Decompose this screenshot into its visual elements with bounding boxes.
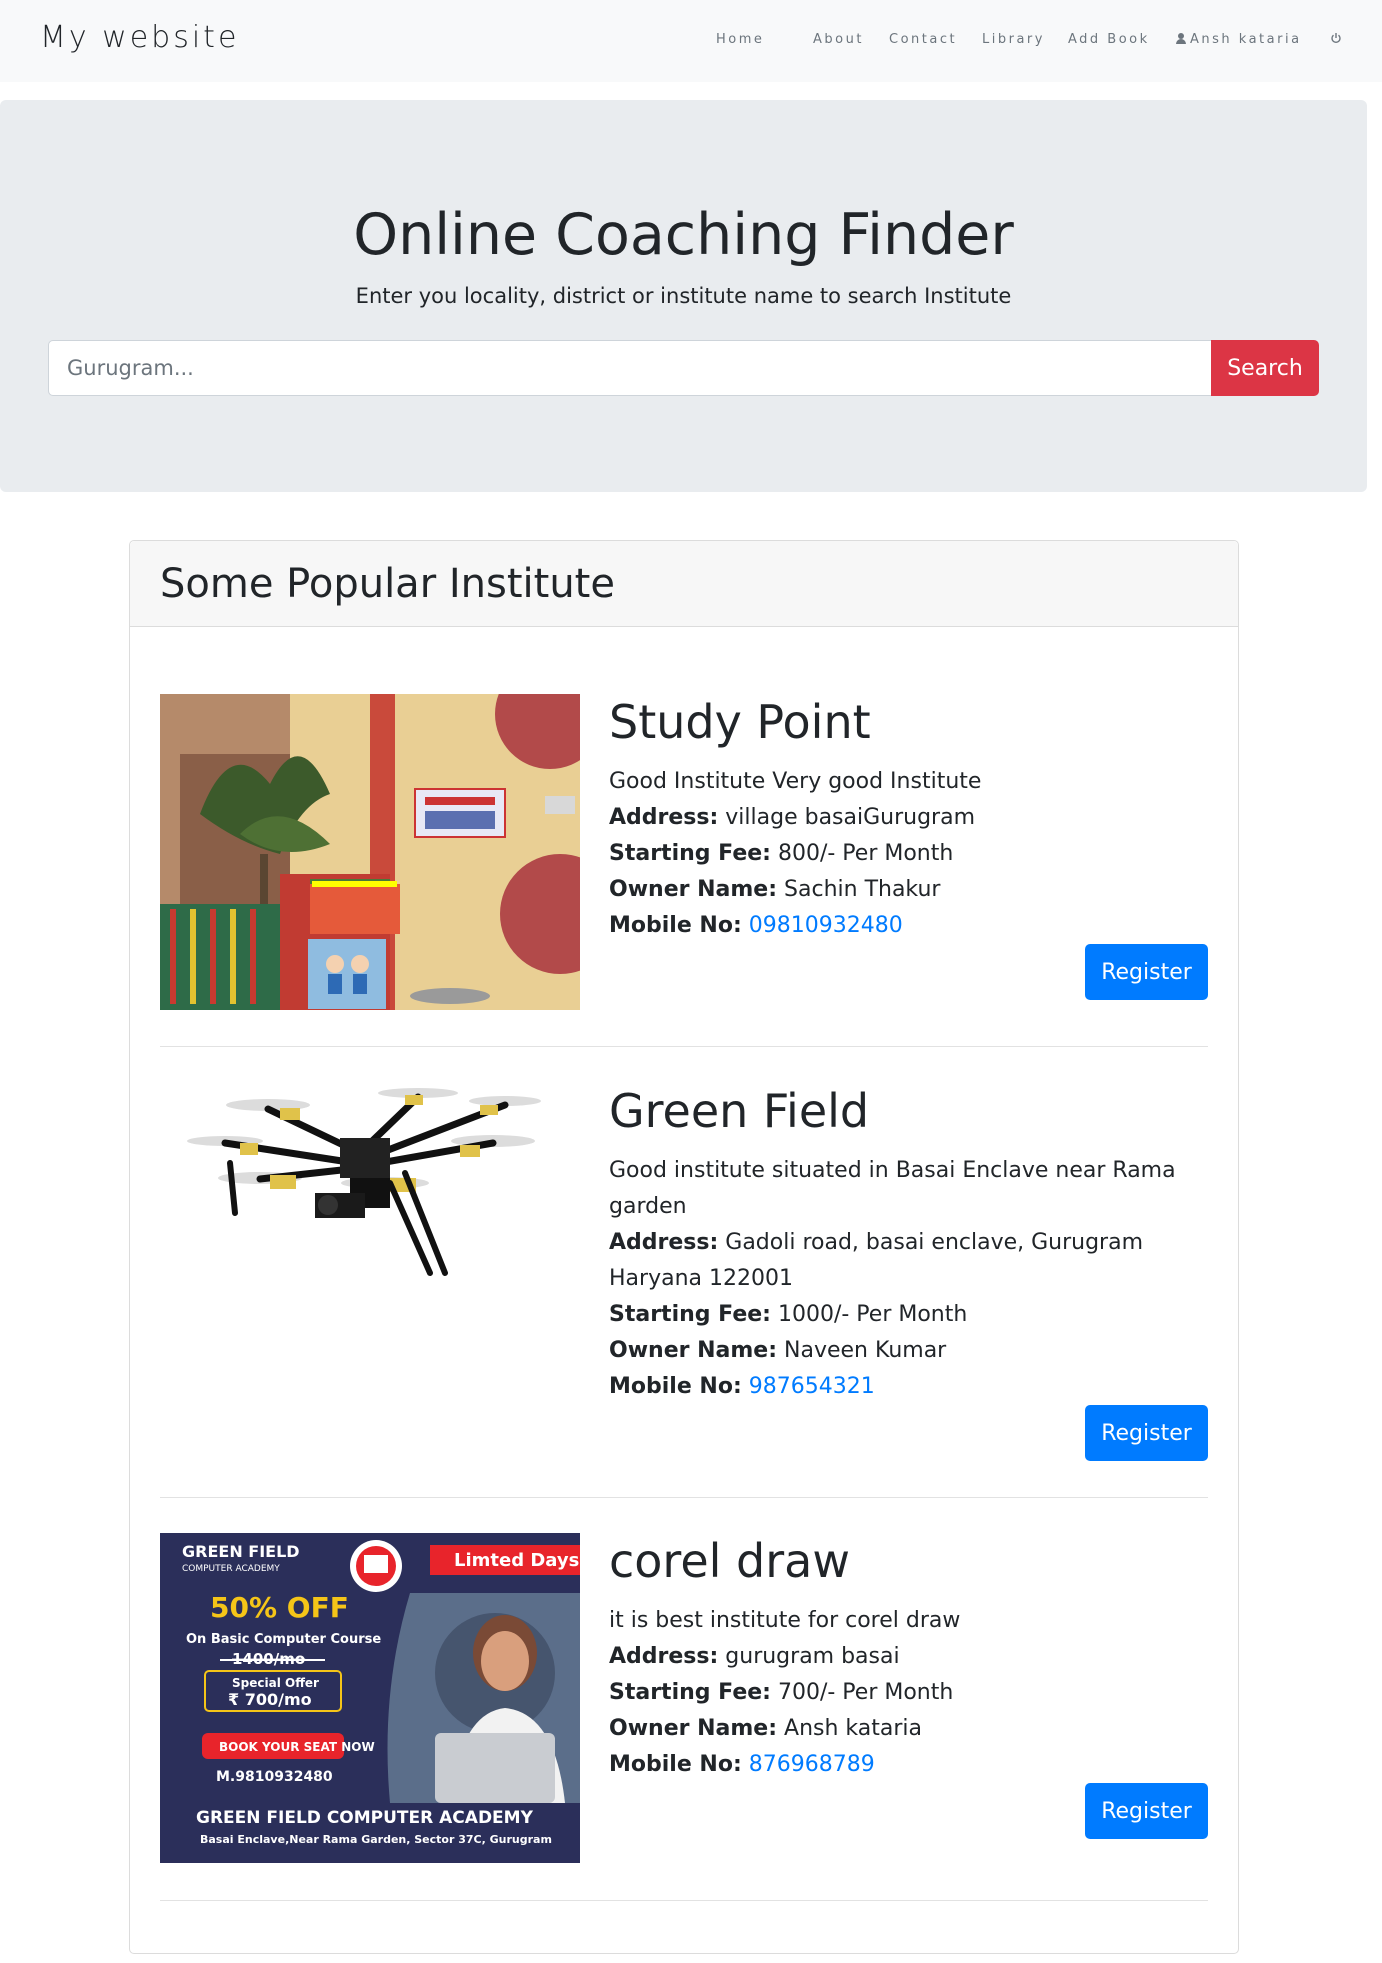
fee-value: 800/- Per Month — [777, 841, 954, 866]
power-icon — [1331, 33, 1341, 44]
owner-value: Naveen Kumar — [784, 1338, 947, 1363]
building-photo — [160, 694, 580, 1010]
register-button[interactable]: Register — [1085, 944, 1208, 1000]
institute-fee: Starting Fee: 700/- Per Month — [609, 1675, 1209, 1711]
institute-image-building — [160, 694, 580, 1010]
mobile-link[interactable]: 876968789 — [749, 1752, 875, 1777]
institute-name: Study Point — [609, 695, 871, 749]
logout-link[interactable] — [1330, 32, 1342, 47]
institute-owner: Owner Name: Naveen Kumar — [609, 1333, 1209, 1369]
institute-info: Study Point Good Institute Very good Ins… — [609, 694, 1209, 944]
mobile-link[interactable]: 09810932480 — [749, 913, 903, 938]
institute-description: Good Institute Very good Institute — [609, 769, 982, 794]
mobile-label: Mobile No: — [609, 913, 742, 938]
user-icon — [1176, 33, 1186, 44]
hero-title: Online Coaching Finder — [353, 202, 1014, 268]
user-name: Ansh kataria — [1190, 32, 1302, 47]
nav-about-link[interactable]: About — [813, 32, 864, 47]
divider — [160, 1497, 1208, 1498]
nav-library-link[interactable]: Library — [982, 32, 1045, 47]
institute-name: corel draw — [609, 1534, 850, 1588]
mobile-link[interactable]: 987654321 — [749, 1374, 875, 1399]
mobile-label: Mobile No: — [609, 1752, 742, 1777]
institute-address: Address: gurugram basai — [609, 1639, 1209, 1675]
mobile-label: Mobile No: — [609, 1374, 742, 1399]
poster-offer-label: Special Offer — [232, 1676, 319, 1690]
institute-item: Study Point Good Institute Very good Ins… — [160, 694, 1208, 1010]
card-header: Some Popular Institute — [130, 541, 1238, 627]
institute-mobile: Mobile No: 09810932480 — [609, 908, 1209, 944]
card-title: Some Popular Institute — [160, 561, 615, 607]
institute-item: GREEN FIELD COMPUTER ACADEMY Limted Days… — [160, 1533, 1208, 1863]
institute-mobile: Mobile No: 876968789 — [609, 1747, 1209, 1783]
poster-discount: 50% OFF — [210, 1591, 349, 1624]
poster-footer-title: GREEN FIELD COMPUTER ACADEMY — [196, 1808, 534, 1828]
nav-contact-link[interactable]: Contact — [889, 32, 957, 47]
academy-poster: GREEN FIELD COMPUTER ACADEMY Limted Days… — [160, 1533, 580, 1863]
drone-photo — [160, 1083, 580, 1313]
fee-value: 700/- Per Month — [777, 1680, 954, 1705]
institute-address: Address: Gadoli road, basai enclave, Gur… — [609, 1225, 1209, 1297]
hero-subtitle: Enter you locality, district or institut… — [355, 284, 1012, 308]
brand-logo[interactable]: My website — [40, 20, 239, 55]
institute-image-poster: GREEN FIELD COMPUTER ACADEMY Limted Days… — [160, 1533, 580, 1863]
search-button[interactable]: Search — [1211, 340, 1319, 396]
top-navbar: My website Home About Contact Library Ad… — [0, 0, 1382, 82]
poster-cta: BOOK YOUR SEAT NOW — [219, 1740, 375, 1754]
institute-info: corel draw it is best institute for core… — [609, 1533, 1209, 1783]
institute-address: Address: village basaiGurugram — [609, 800, 1209, 836]
address-label: Address: — [609, 1230, 719, 1255]
institute-description: it is best institute for corel draw — [609, 1608, 961, 1633]
nav-add-book-link[interactable]: Add Book — [1068, 32, 1150, 47]
fee-label: Starting Fee: — [609, 1680, 771, 1705]
address-value: village basaiGurugram — [725, 805, 976, 830]
fee-label: Starting Fee: — [609, 1302, 771, 1327]
institute-description: Good institute situated in Basai Enclave… — [609, 1158, 1176, 1219]
institute-fee: Starting Fee: 1000/- Per Month — [609, 1297, 1209, 1333]
institute-fee: Starting Fee: 800/- Per Month — [609, 836, 1209, 872]
nav-user-link[interactable]: Ansh kataria — [1176, 32, 1302, 47]
address-label: Address: — [609, 1644, 719, 1669]
search-input[interactable] — [48, 340, 1212, 396]
owner-value: Sachin Thakur — [784, 877, 941, 902]
poster-footer-address: Basai Enclave,Near Rama Garden, Sector 3… — [200, 1833, 552, 1846]
nav-home-link[interactable]: Home — [716, 32, 764, 47]
fee-label: Starting Fee: — [609, 841, 771, 866]
fee-value: 1000/- Per Month — [777, 1302, 968, 1327]
poster-brand-line1: GREEN FIELD — [182, 1542, 300, 1561]
institute-mobile: Mobile No: 987654321 — [609, 1369, 1209, 1405]
poster-brand-line2: COMPUTER ACADEMY — [182, 1564, 280, 1574]
address-label: Address: — [609, 805, 719, 830]
institute-name: Green Field — [609, 1084, 870, 1138]
poster-phone: M.9810932480 — [216, 1769, 333, 1785]
register-button[interactable]: Register — [1085, 1405, 1208, 1461]
popular-institutes-card: Some Popular Institute Study Point Good … — [129, 540, 1239, 1954]
owner-label: Owner Name: — [609, 877, 778, 902]
address-value: gurugram basai — [725, 1644, 900, 1669]
institute-owner: Owner Name: Ansh kataria — [609, 1711, 1209, 1747]
poster-offer-price: ₹ 700/mo — [228, 1690, 312, 1709]
divider — [160, 1900, 1208, 1901]
owner-label: Owner Name: — [609, 1338, 778, 1363]
poster-course: On Basic Computer Course — [186, 1632, 381, 1647]
institute-owner: Owner Name: Sachin Thakur — [609, 872, 1209, 908]
institute-info: Green Field Good institute situated in B… — [609, 1083, 1209, 1405]
poster-badge: Limted Days — [454, 1550, 579, 1571]
owner-value: Ansh kataria — [784, 1716, 923, 1741]
register-button[interactable]: Register — [1085, 1783, 1208, 1839]
institute-image-drone — [160, 1083, 580, 1313]
divider — [160, 1046, 1208, 1047]
institute-item: Green Field Good institute situated in B… — [160, 1083, 1209, 1461]
owner-label: Owner Name: — [609, 1716, 778, 1741]
